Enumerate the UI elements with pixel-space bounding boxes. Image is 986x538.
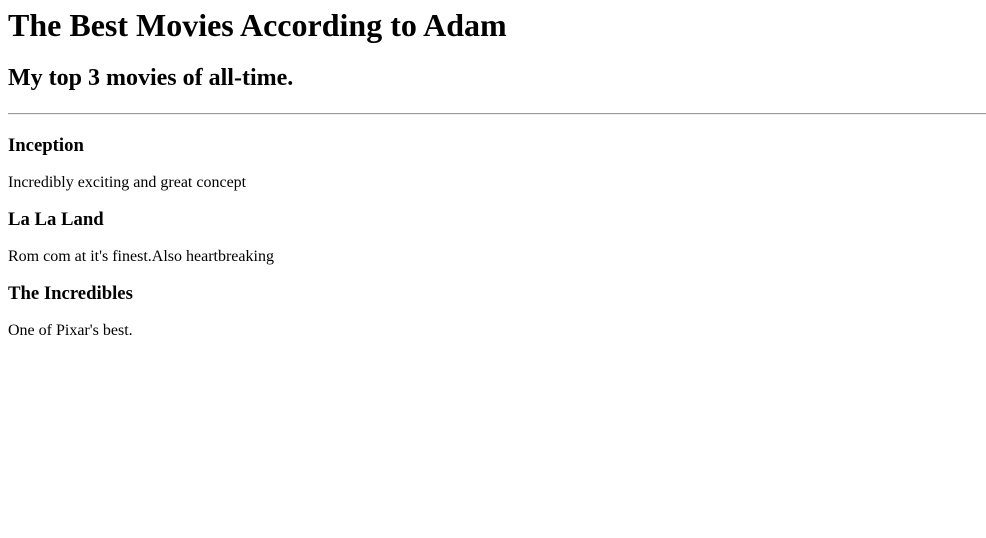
divider: [8, 113, 986, 115]
movie-title: The Incredibles: [8, 283, 133, 304]
movie-title: Inception: [8, 135, 84, 156]
movie-item-la-la-land: La La Land Rom com at it's finest.Also h…: [8, 209, 978, 266]
page-body: The Best Movies According to Adam My top…: [0, 0, 986, 340]
movie-title: La La Land: [8, 209, 104, 230]
movie-description: One of Pixar's best.: [8, 322, 133, 339]
page-title: The Best Movies According to Adam: [8, 7, 507, 43]
movie-item-the-incredibles: The Incredibles One of Pixar's best.: [8, 283, 978, 340]
movie-description: Rom com at it's finest.Also heartbreakin…: [8, 248, 274, 265]
movie-item-inception: Inception Incredibly exciting and great …: [8, 135, 978, 192]
movie-description: Incredibly exciting and great concept: [8, 174, 247, 191]
page-subtitle: My top 3 movies of all-time.: [8, 65, 294, 91]
movie-list: Inception Incredibly exciting and great …: [8, 135, 978, 340]
